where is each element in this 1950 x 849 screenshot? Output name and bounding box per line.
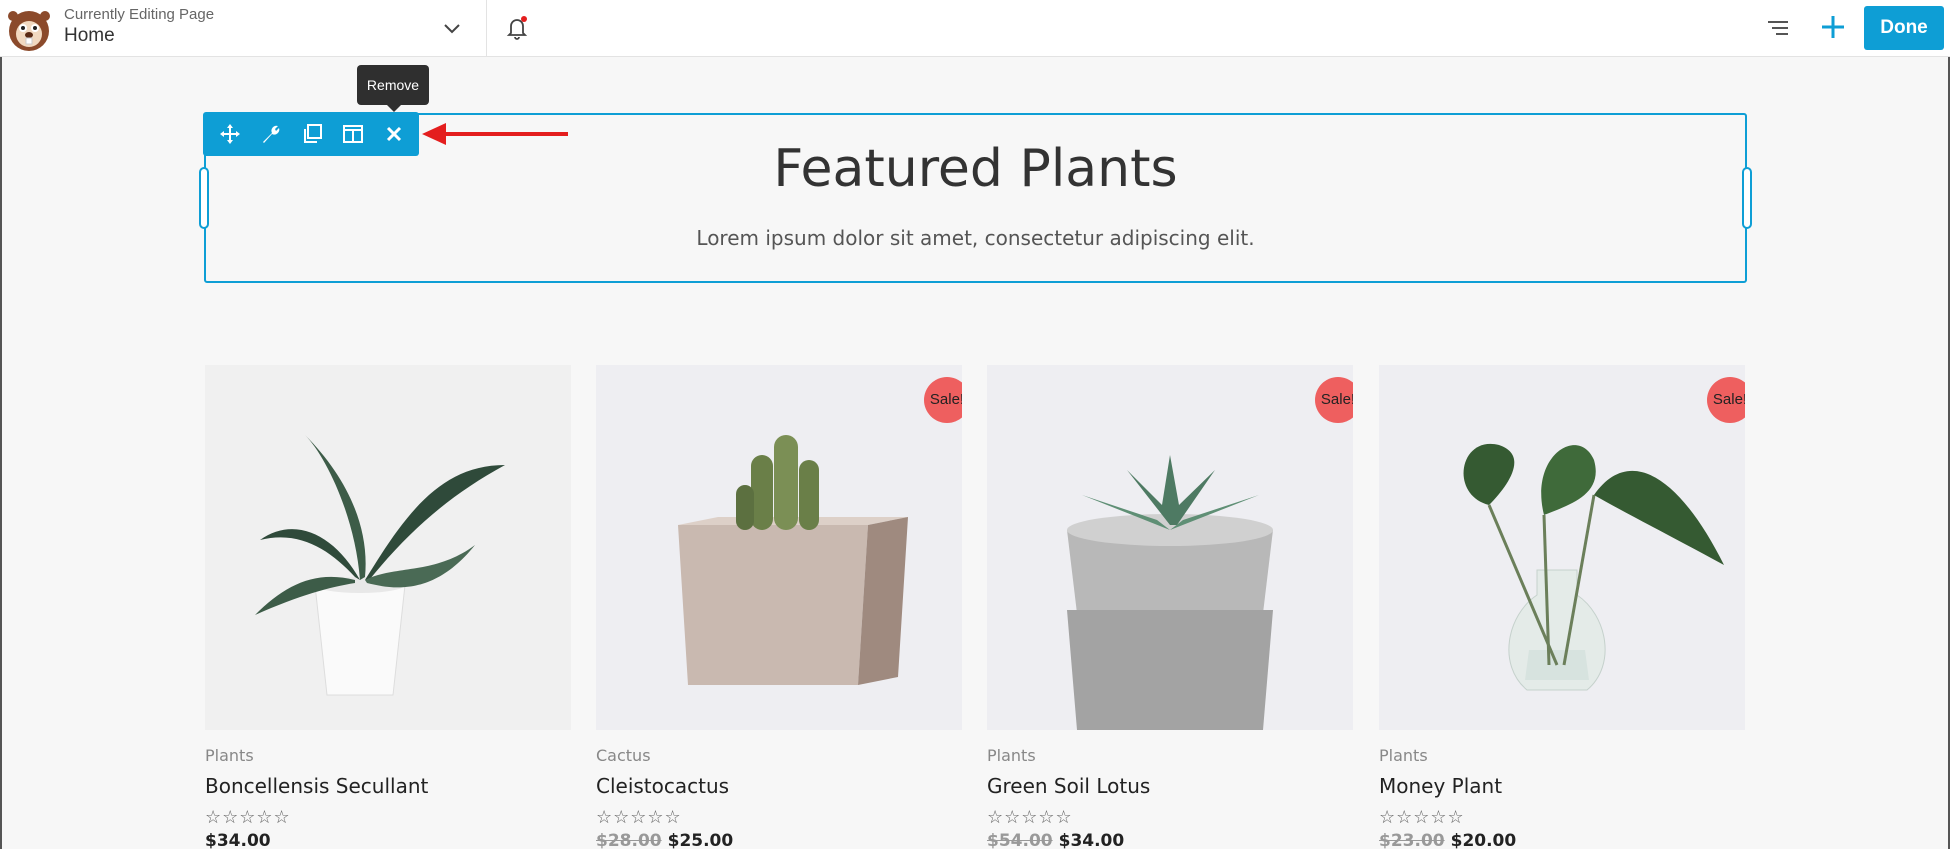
module-toolbar xyxy=(203,112,419,156)
product-name[interactable]: Boncellensis Secullant xyxy=(205,774,571,798)
page-selector[interactable]: Currently Editing Page Home xyxy=(64,6,214,47)
add-content-icon[interactable] xyxy=(1818,12,1848,42)
star-rating: ☆☆☆☆☆ xyxy=(987,807,1073,828)
original-price: $28.00 xyxy=(596,831,662,849)
close-icon xyxy=(386,126,402,142)
succulent-plant-image-icon xyxy=(205,365,571,730)
cactus-plant-image-icon xyxy=(596,365,962,730)
move-button[interactable] xyxy=(217,121,243,147)
canvas-border-left xyxy=(0,57,2,849)
remove-tooltip: Remove xyxy=(357,65,429,112)
original-price: $23.00 xyxy=(1379,831,1445,849)
notification-bell-icon[interactable] xyxy=(503,14,531,42)
sale-badge: Sale! xyxy=(1707,377,1745,423)
beaver-logo-icon xyxy=(8,11,50,51)
current-price: $20.00 xyxy=(1450,831,1517,849)
product-price: $23.00 $20.00 xyxy=(1379,831,1745,849)
divider xyxy=(486,0,487,57)
move-icon xyxy=(220,124,240,144)
product-image[interactable]: Sale! xyxy=(1379,365,1745,730)
current-price: $34.00 xyxy=(1058,831,1125,849)
star-rating: ☆☆☆☆☆ xyxy=(596,807,682,828)
remove-button[interactable] xyxy=(381,121,407,147)
lotus-succulent-image-icon xyxy=(987,365,1353,730)
product-name[interactable]: Cleistocactus xyxy=(596,774,962,798)
section-subheading: Lorem ipsum dolor sit amet, consectetur … xyxy=(696,226,1255,250)
page-title: Home xyxy=(64,25,115,46)
done-button[interactable]: Done xyxy=(1864,6,1944,50)
original-price: $54.00 xyxy=(987,831,1053,849)
columns-icon xyxy=(343,125,363,143)
product-name[interactable]: Green Soil Lotus xyxy=(987,774,1353,798)
product-card[interactable]: Sale! Cactus Cleistocactus ☆☆☆☆☆ $28.00 $… xyxy=(596,365,962,849)
red-arrow-annotation-icon xyxy=(422,123,568,145)
product-price: $34.00 xyxy=(205,831,571,849)
product-price: $54.00 $34.00 xyxy=(987,831,1353,849)
settings-button[interactable] xyxy=(258,121,284,147)
product-price: $28.00 $25.00 xyxy=(596,831,962,849)
product-category: Plants xyxy=(987,746,1036,765)
product-category: Plants xyxy=(1379,746,1428,765)
product-card[interactable]: Sale! Plants Green Soil Lotus ☆☆☆☆☆ $54.… xyxy=(987,365,1353,849)
product-category: Plants xyxy=(205,746,254,765)
star-rating: ☆☆☆☆☆ xyxy=(1379,807,1465,828)
money-plant-image-icon xyxy=(1379,365,1745,730)
product-category: Cactus xyxy=(596,746,651,765)
sale-badge: Sale! xyxy=(1315,377,1353,423)
section-heading: Featured Plants xyxy=(773,139,1178,199)
product-image[interactable]: Sale! xyxy=(596,365,962,730)
product-card[interactable]: Sale! Plants Money Plant ☆☆☆☆☆ $23.00 $20… xyxy=(1379,365,1745,849)
sale-badge: Sale! xyxy=(924,377,962,423)
current-price: $34.00 xyxy=(205,831,271,849)
duplicate-icon xyxy=(304,124,322,143)
current-price: $25.00 xyxy=(667,831,734,849)
product-card[interactable]: Plants Boncellensis Secullant ☆☆☆☆☆ $34.… xyxy=(205,365,571,849)
product-name[interactable]: Money Plant xyxy=(1379,774,1745,798)
columns-button[interactable] xyxy=(340,121,366,147)
duplicate-button[interactable] xyxy=(299,121,325,147)
star-rating: ☆☆☆☆☆ xyxy=(205,807,291,828)
chevron-down-icon[interactable] xyxy=(440,16,464,40)
top-bar: Currently Editing Page Home Done xyxy=(0,0,1950,57)
wrench-icon xyxy=(263,125,280,143)
product-image[interactable]: Sale! xyxy=(987,365,1353,730)
currently-editing-label: Currently Editing Page xyxy=(64,6,215,23)
product-image[interactable] xyxy=(205,365,571,730)
outline-list-icon[interactable] xyxy=(1764,14,1792,42)
